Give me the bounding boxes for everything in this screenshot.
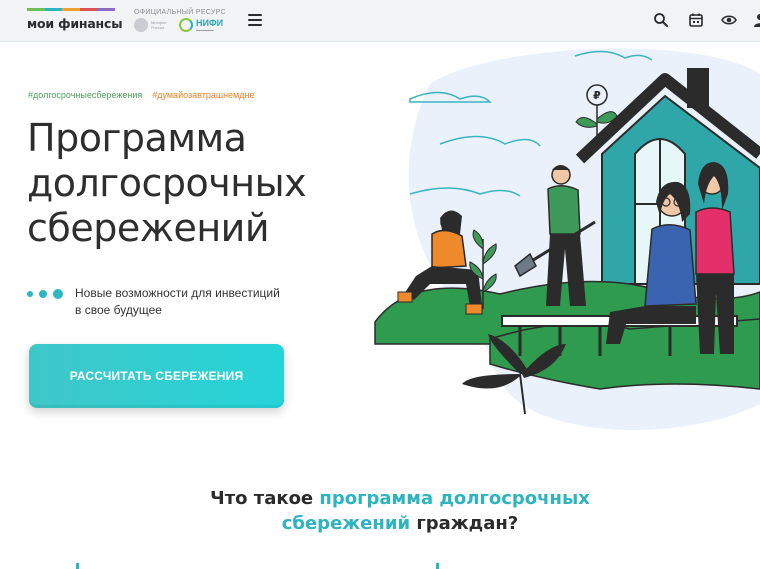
partner-logos: Минфин России НИФИ ▬▬▬▬▬ [134,18,226,32]
hashtag-long-term-savings[interactable]: #долгосрочныесбережения [28,90,142,100]
young-woman [695,207,735,275]
nifi-logo[interactable]: НИФИ ▬▬▬▬▬ [179,18,223,32]
hero-title-line-2: долгосрочных [27,161,307,205]
decorative-dots [27,289,63,299]
minfin-logo[interactable]: Минфин России [134,18,173,32]
minfin-text: Минфин России [151,20,167,30]
hero-title-line-1: Программа [27,116,247,160]
hero-illustration: ₽ [374,48,760,431]
eye-icon[interactable] [721,12,737,28]
hero-subtitle: Новые возможности для инвестиций в свое … [75,285,315,319]
hero-subtitle-line-2: в свое будущее [75,303,162,317]
woman-sitting [644,224,697,307]
section-title: Что такое программа долгосрочных сбереже… [180,486,620,536]
calendar-icon[interactable] [688,12,704,28]
hashtags: #долгосрочныесбережения #думайозавтрашнем… [28,90,254,100]
official-resource-label: ОФИЦИАЛЬНЫЙ РЕСУРС [134,9,226,16]
calculate-savings-button[interactable]: РАССЧИТАТЬ СБЕРЕЖЕНИЯ [29,344,284,408]
official-resource: ОФИЦИАЛЬНЫЙ РЕСУРС Минфин России НИФИ ▬▬… [134,9,226,32]
hashtag-think-about-tomorrow[interactable]: #думайозавтрашнемдне [152,90,254,100]
search-icon[interactable] [653,12,669,28]
user-icon[interactable] [752,12,760,28]
nifi-name: НИФИ [196,17,224,28]
ruble-symbol: ₽ [593,89,601,102]
logo-text: мои финансы [27,16,123,31]
section-title-part-2: граждан? [410,513,519,534]
decorative-marker [436,563,439,569]
minfin-emblem-icon [134,18,148,32]
hero-title-line-3: сбережений [27,206,270,250]
section-title-accent-1: программа долгосрочных [319,488,590,509]
logo-stripes [27,8,115,11]
man-gardener [547,185,581,235]
hero-title: Программа долгосрочных сбережений [27,116,367,251]
logo-moi-finansy[interactable]: мои финансы [27,8,123,31]
nifi-subtext: ▬▬▬▬▬ [196,27,214,32]
section-title-accent-2: сбережений [281,513,411,534]
woman-gardener [431,229,467,269]
top-header: мои финансы ОФИЦИАЛЬНЫЙ РЕСУРС Минфин Ро… [0,0,760,42]
decorative-marker [76,563,79,569]
hero-subtitle-line-1: Новые возможности для инвестиций [75,286,280,300]
section-title-part-1: Что такое [210,488,320,509]
menu-icon[interactable] [248,14,262,26]
nifi-emblem-icon [179,18,193,32]
